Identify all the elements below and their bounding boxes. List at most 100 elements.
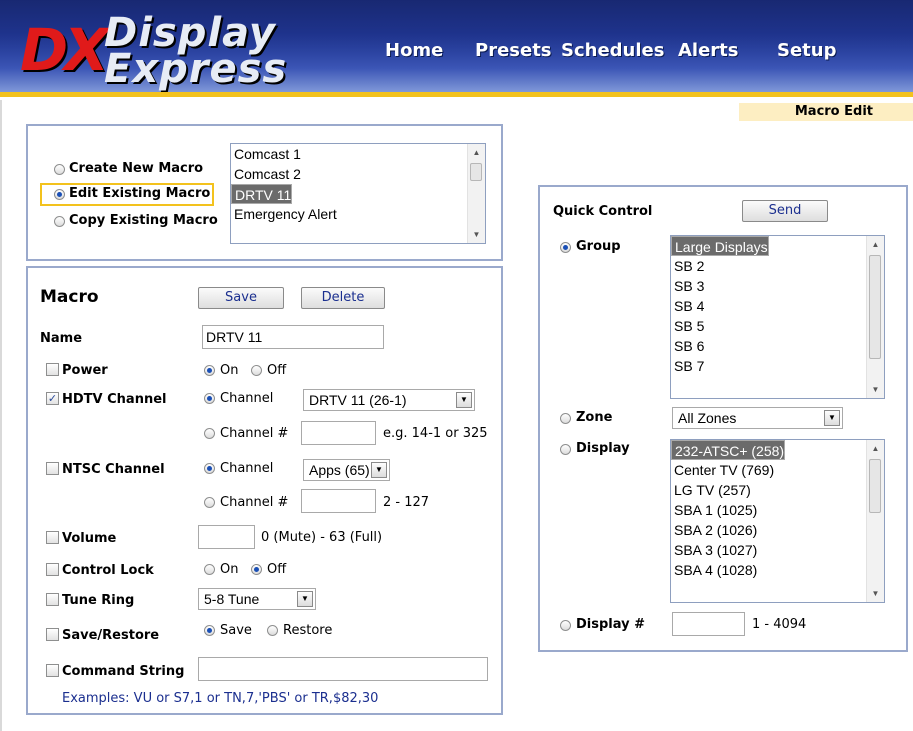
zone-select[interactable]: All Zones ▼ (672, 407, 843, 429)
ntsc-channel-checkbox[interactable] (46, 462, 59, 475)
group-label: Group (576, 239, 621, 254)
scroll-down-icon[interactable]: ▼ (867, 381, 884, 398)
group-list-item[interactable]: SB 3 (671, 276, 884, 296)
display-list-item[interactable]: Center TV (769) (671, 460, 884, 480)
control-lock-on-radio[interactable] (204, 564, 215, 575)
ntsc-channel-select[interactable]: Apps (65) ▼ (303, 459, 390, 481)
command-string-input[interactable] (198, 657, 488, 681)
copy-existing-macro-label[interactable]: Copy Existing Macro (69, 213, 218, 228)
display-express-logo[interactable]: DX Display Express (20, 8, 350, 92)
macro-list-scrollbar[interactable]: ▲ ▼ (467, 144, 485, 243)
scroll-down-icon[interactable]: ▼ (468, 226, 485, 243)
group-list-item[interactable]: SB 2 (671, 256, 884, 276)
macro-list-item[interactable]: Emergency Alert (231, 204, 485, 224)
scroll-up-icon[interactable]: ▲ (468, 144, 485, 161)
chevron-down-icon[interactable]: ▼ (371, 462, 387, 478)
create-new-macro-label[interactable]: Create New Macro (69, 161, 203, 176)
zone-radio[interactable] (560, 413, 571, 424)
display-listbox[interactable]: 232-ATSC+ (258) ATSC TV (513) Center TV … (670, 439, 885, 603)
restore-radio[interactable] (267, 625, 278, 636)
command-string-label: Command String (62, 664, 185, 679)
nav-schedules[interactable]: Schedules (561, 40, 664, 64)
display-radio[interactable] (560, 444, 571, 455)
ntsc-channel-num-input[interactable] (301, 489, 376, 513)
ntsc-channel-num-radio[interactable] (204, 497, 215, 508)
display-list-item[interactable]: SBA 4 (1028) (671, 560, 884, 580)
nav-presets[interactable]: Presets (475, 40, 552, 64)
logo-dx-mark: DX (20, 16, 109, 84)
name-input[interactable]: DRTV 11 (202, 325, 384, 349)
save-radio[interactable] (204, 625, 215, 636)
nav-setup[interactable]: Setup (777, 40, 836, 64)
control-lock-on-label: On (220, 562, 239, 577)
display-list-item-selected[interactable]: 232-ATSC+ (258) (671, 440, 786, 460)
group-list-item[interactable]: SB 7 (671, 356, 884, 376)
chevron-down-icon[interactable]: ▼ (297, 591, 313, 607)
group-list-item[interactable]: SB 5 (671, 316, 884, 336)
ntsc-channel-select-value: Apps (65) (309, 462, 370, 478)
scroll-down-icon[interactable]: ▼ (867, 585, 884, 602)
quick-control-title: Quick Control (553, 204, 653, 219)
copy-existing-macro-radio[interactable] (54, 216, 65, 227)
power-checkbox[interactable] (46, 363, 59, 376)
command-string-checkbox[interactable] (46, 664, 59, 677)
display-list-item[interactable]: LG TV (257) (671, 480, 884, 500)
hdtv-channel-select-value: DRTV 11 (26-1) (309, 392, 407, 408)
chevron-down-icon[interactable]: ▼ (456, 392, 472, 408)
tune-ring-select-value: 5-8 Tune (204, 591, 260, 607)
power-on-radio[interactable] (204, 365, 215, 376)
command-string-examples: Examples: VU or S7,1 or TN,7,'PBS' or TR… (62, 691, 379, 706)
hdtv-channel-num-radio[interactable] (204, 428, 215, 439)
macro-list-item[interactable]: Comcast 1 (231, 144, 485, 164)
macro-listbox[interactable]: Comcast 1 Comcast 2 DRTV 11 DRTV 2 Emerg… (230, 143, 486, 244)
group-list-scrollbar[interactable]: ▲ ▼ (866, 236, 884, 398)
quick-control-panel: Quick Control Send Group Large Displays … (538, 185, 908, 652)
hdtv-channel-num-input[interactable] (301, 421, 376, 445)
display-num-radio[interactable] (560, 620, 571, 631)
scroll-thumb[interactable] (869, 255, 881, 359)
delete-button[interactable]: Delete (301, 287, 385, 309)
control-lock-label: Control Lock (62, 563, 154, 578)
power-off-radio[interactable] (251, 365, 262, 376)
save-restore-checkbox[interactable] (46, 628, 59, 641)
send-button[interactable]: Send (742, 200, 828, 222)
group-radio[interactable] (560, 242, 571, 253)
group-listbox[interactable]: Large Displays SB 1 SB 2 SB 3 SB 4 SB 5 … (670, 235, 885, 399)
save-button[interactable]: Save (198, 287, 284, 309)
edit-existing-macro-radio[interactable] (54, 189, 65, 200)
group-list-item[interactable]: SB 6 (671, 336, 884, 356)
group-list-item[interactable]: SB 4 (671, 296, 884, 316)
scroll-up-icon[interactable]: ▲ (867, 440, 884, 457)
name-label: Name (40, 331, 83, 346)
macro-list-item-selected[interactable]: DRTV 11 (231, 184, 293, 204)
macro-edit-panel: Macro Save Delete Name DRTV 11 Power On … (26, 266, 503, 715)
scroll-up-icon[interactable]: ▲ (867, 236, 884, 253)
create-new-macro-radio[interactable] (54, 164, 65, 175)
ntsc-channel-label: NTSC Channel (62, 462, 165, 477)
ntsc-channel-radio-label: Channel (220, 461, 274, 476)
macro-list-item[interactable]: Comcast 2 (231, 164, 485, 184)
display-list-scrollbar[interactable]: ▲ ▼ (866, 440, 884, 602)
control-lock-checkbox[interactable] (46, 563, 59, 576)
volume-checkbox[interactable] (46, 531, 59, 544)
chevron-down-icon[interactable]: ▼ (824, 410, 840, 426)
tune-ring-checkbox[interactable] (46, 593, 59, 606)
edit-existing-macro-label[interactable]: Edit Existing Macro (69, 186, 210, 201)
ntsc-channel-radio[interactable] (204, 463, 215, 474)
group-list-item-selected[interactable]: Large Displays (671, 236, 769, 256)
scroll-thumb[interactable] (470, 163, 482, 181)
display-list-item[interactable]: SBA 1 (1025) (671, 500, 884, 520)
display-list-item[interactable]: SBA 2 (1026) (671, 520, 884, 540)
tune-ring-select[interactable]: 5-8 Tune ▼ (198, 588, 316, 610)
hdtv-channel-select[interactable]: DRTV 11 (26-1) ▼ (303, 389, 475, 411)
hdtv-channel-checkbox[interactable]: ✓ (46, 392, 59, 405)
volume-input[interactable] (198, 525, 255, 549)
control-lock-off-radio[interactable] (251, 564, 262, 575)
display-num-input[interactable] (672, 612, 745, 636)
control-lock-off-label: Off (267, 562, 287, 577)
nav-home[interactable]: Home (385, 40, 443, 64)
nav-alerts[interactable]: Alerts (678, 40, 739, 64)
scroll-thumb[interactable] (869, 459, 881, 513)
hdtv-channel-radio[interactable] (204, 393, 215, 404)
display-list-item[interactable]: SBA 3 (1027) (671, 540, 884, 560)
